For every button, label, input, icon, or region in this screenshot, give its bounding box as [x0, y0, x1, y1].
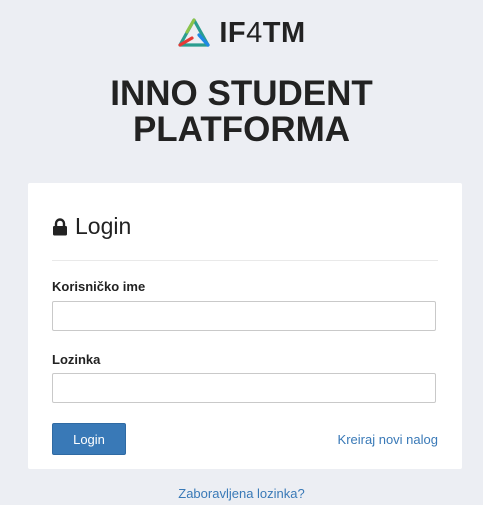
brand-logo: IF4TM: [0, 18, 483, 48]
brand-logo-text: IF4TM: [219, 16, 306, 49]
login-card: Login Korisničko ime Lozinka Login Kreir…: [28, 183, 462, 469]
password-input[interactable]: [52, 373, 436, 403]
forgot-password-link[interactable]: Zaboravljena lozinka?: [0, 486, 483, 501]
username-label: Korisničko ime: [52, 279, 146, 294]
password-label: Lozinka: [52, 352, 101, 367]
username-input[interactable]: [52, 301, 436, 331]
page-title: INNO STUDENT PLATFORMA: [0, 76, 483, 148]
login-heading: Login: [52, 213, 131, 240]
triangle-logo-icon: [178, 18, 210, 47]
register-link[interactable]: Kreiraj novi nalog: [338, 432, 438, 447]
page-title-line2: PLATFORMA: [132, 110, 351, 149]
lock-icon: [53, 217, 67, 235]
login-button[interactable]: Login: [52, 423, 126, 455]
login-heading-text: Login: [75, 213, 132, 239]
divider: [52, 260, 438, 261]
page-title-line1: INNO STUDENT: [110, 74, 373, 113]
